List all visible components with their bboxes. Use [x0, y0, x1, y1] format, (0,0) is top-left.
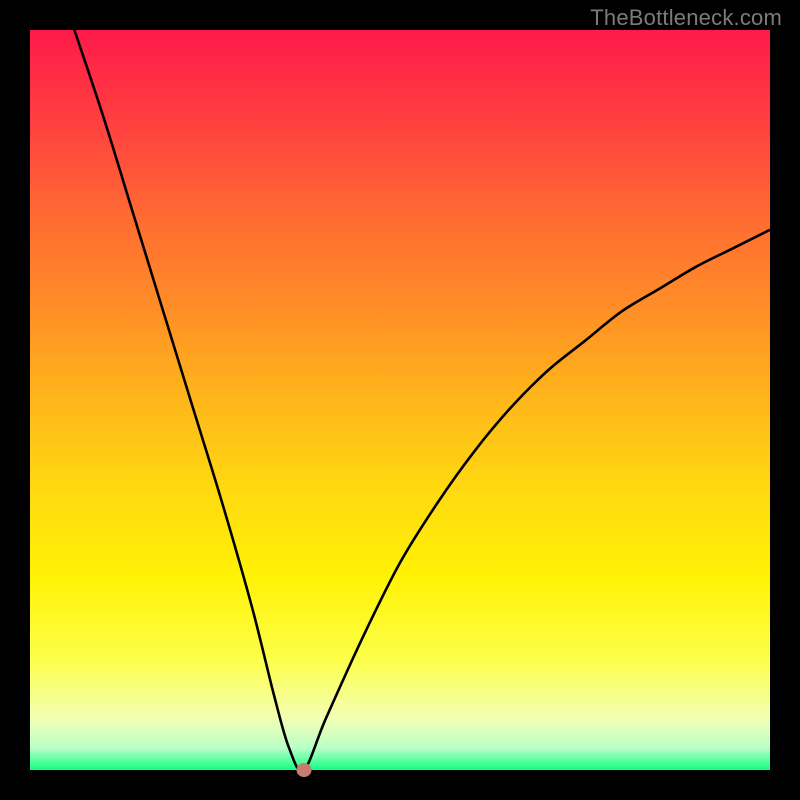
watermark-label: TheBottleneck.com — [590, 5, 782, 31]
optimal-point-marker[interactable] — [296, 763, 311, 777]
chart-frame: TheBottleneck.com — [0, 0, 800, 800]
plot-area — [30, 30, 770, 770]
bottleneck-curve — [30, 30, 770, 770]
